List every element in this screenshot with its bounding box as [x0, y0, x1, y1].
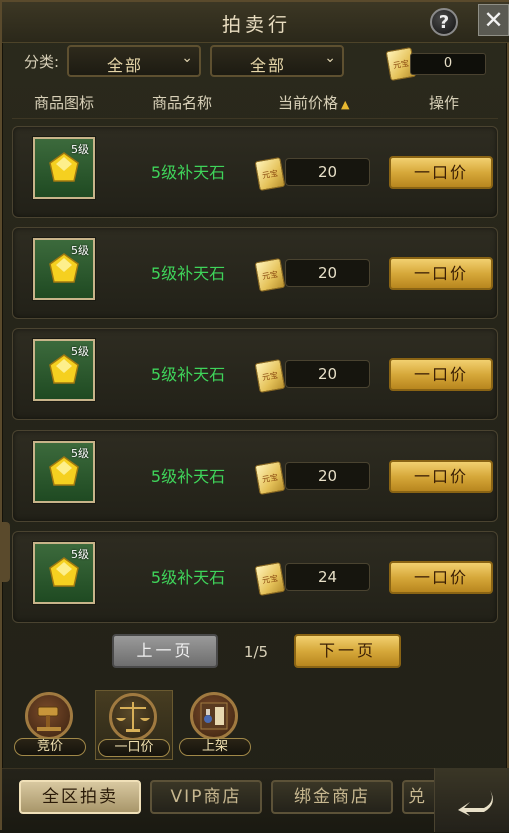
- auction-row: 5级 5级补天石 元宝 20 一口价: [12, 430, 498, 522]
- item-name: 5级补天石: [150, 365, 226, 384]
- item-price: 20: [285, 259, 370, 287]
- item-price: 20: [285, 462, 370, 490]
- header-item-name: 商品名称: [152, 94, 213, 112]
- item-price: 24: [285, 563, 370, 591]
- item-name: 5级补天石: [150, 264, 226, 283]
- chevron-down-icon: ⌄: [181, 50, 193, 66]
- item-slot[interactable]: 5级: [33, 339, 95, 401]
- help-icon: ?: [438, 11, 450, 33]
- currency-balance: 0: [410, 53, 486, 75]
- yuanbao-currency-icon: 元宝: [254, 358, 286, 394]
- help-button[interactable]: ?: [430, 8, 458, 36]
- tab-bound-gold-shop[interactable]: 绑金商店: [271, 780, 393, 814]
- gavel-icon: [25, 692, 73, 740]
- item-slot[interactable]: 5级: [33, 542, 95, 604]
- back-button[interactable]: [434, 768, 509, 832]
- buyout-button[interactable]: 一口价: [389, 460, 493, 493]
- prev-page-button[interactable]: 上一页: [112, 634, 218, 668]
- auction-row: 5级 5级补天石 元宝 20 一口价: [12, 126, 498, 218]
- sort-ascending-icon: ▲: [341, 98, 350, 111]
- item-price: 20: [285, 158, 370, 186]
- category-dropdown-value: 全部: [106, 56, 143, 75]
- return-arrow-icon: [457, 790, 493, 816]
- auction-row: 5级 5级补天石 元宝 24 一口价: [12, 531, 498, 623]
- title-bar: 拍卖行 ? ✕: [2, 2, 509, 43]
- category-filter-label: 分类:: [24, 53, 60, 71]
- item-level-badge: 5级: [71, 345, 89, 358]
- buyout-button[interactable]: 一口价: [389, 358, 493, 391]
- yuanbao-currency-icon: 元宝: [254, 257, 286, 293]
- buyout-button[interactable]: 一口价: [389, 257, 493, 290]
- item-slot[interactable]: 5级: [33, 238, 95, 300]
- buyout-mode-label: 一口价: [98, 739, 170, 757]
- list-item-mode-label: 上架: [179, 738, 251, 756]
- auction-row: 5级 5级补天石 元宝 20 一口价: [12, 328, 498, 420]
- shelf-icon: [190, 692, 238, 740]
- header-item-icon: 商品图标: [34, 94, 95, 112]
- item-name: 5级补天石: [150, 568, 226, 587]
- buyout-mode-button[interactable]: 一口价: [95, 690, 173, 760]
- table-header: 商品图标 商品名称 当前价格 ▲ 操作: [12, 84, 498, 119]
- item-name: 5级补天石: [150, 163, 226, 182]
- yuanbao-currency-icon: 元宝: [254, 156, 286, 192]
- item-price: 20: [285, 360, 370, 388]
- page-indicator: 1/5: [243, 643, 269, 661]
- header-action: 操作: [429, 94, 460, 112]
- category-dropdown-value: 全部: [249, 56, 286, 75]
- close-icon: ✕: [483, 6, 504, 34]
- item-level-badge: 5级: [71, 447, 89, 460]
- header-current-price[interactable]: 当前价格 ▲: [278, 92, 349, 113]
- item-level-badge: 5级: [71, 143, 89, 156]
- next-page-button[interactable]: 下一页: [294, 634, 401, 668]
- list-item-mode-button[interactable]: 上架: [177, 690, 255, 760]
- scales-icon: [109, 693, 157, 741]
- item-level-badge: 5级: [71, 244, 89, 257]
- item-slot[interactable]: 5级: [33, 441, 95, 503]
- auction-house-panel: 拍卖行 ? ✕ 分类: 全部 ⌄ 全部 ⌄ 元宝 0 商品图标 商品名称 当前价…: [0, 0, 509, 833]
- buyout-button[interactable]: 一口价: [389, 156, 493, 189]
- item-level-badge: 5级: [71, 548, 89, 561]
- bid-mode-button[interactable]: 竞价: [12, 690, 90, 760]
- category-dropdown-secondary[interactable]: 全部 ⌄: [210, 45, 344, 77]
- auction-row: 5级 5级补天石 元宝 20 一口价: [12, 227, 498, 319]
- item-slot[interactable]: 5级: [33, 137, 95, 199]
- close-button[interactable]: ✕: [478, 4, 509, 36]
- tab-global-auction[interactable]: 全区拍卖: [19, 780, 141, 814]
- buyout-button[interactable]: 一口价: [389, 561, 493, 594]
- tab-vip-shop[interactable]: VIP商店: [150, 780, 262, 814]
- yuanbao-currency-icon: 元宝: [254, 460, 286, 496]
- yuanbao-currency-icon: 元宝: [254, 561, 286, 597]
- bid-mode-label: 竞价: [14, 738, 86, 756]
- item-name: 5级补天石: [150, 467, 226, 486]
- chevron-down-icon: ⌄: [324, 50, 336, 66]
- side-drawer-handle[interactable]: [2, 522, 10, 582]
- category-dropdown-primary[interactable]: 全部 ⌄: [67, 45, 201, 77]
